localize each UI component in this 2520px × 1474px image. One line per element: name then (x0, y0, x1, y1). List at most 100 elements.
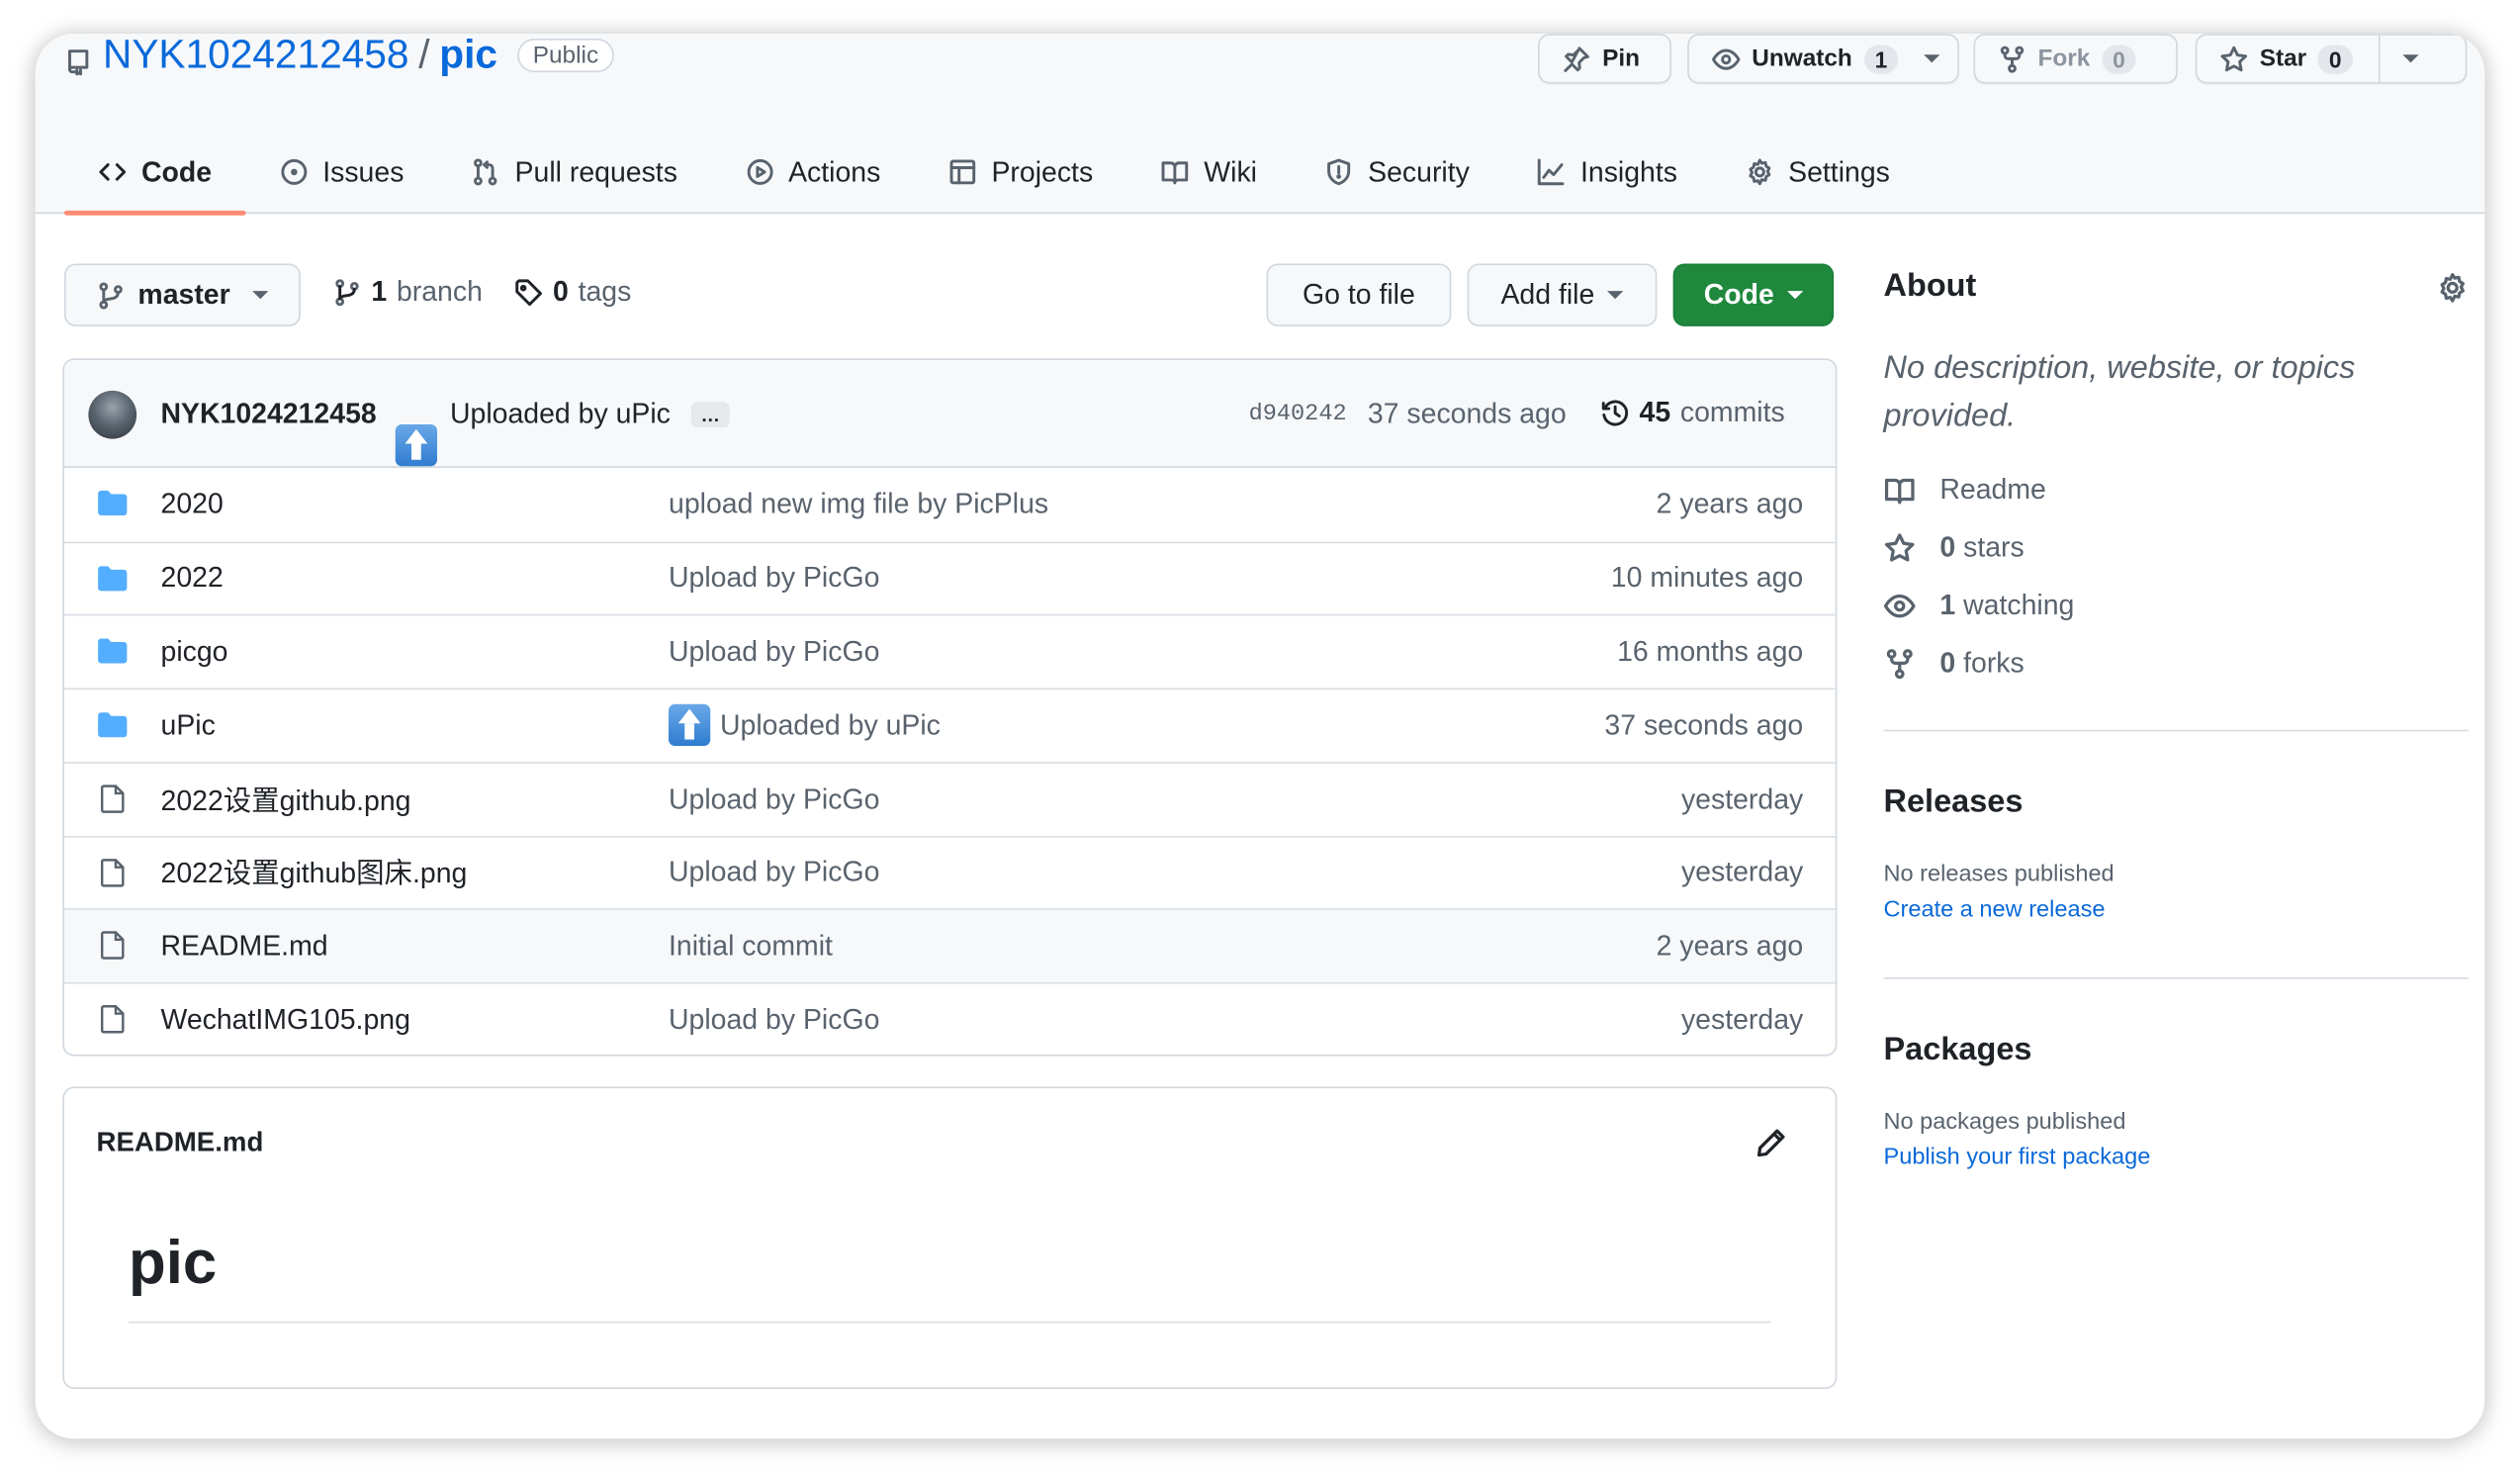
file-age: yesterday (1680, 782, 1804, 815)
avatar[interactable] (88, 390, 137, 439)
file-row[interactable]: WechatIMG105.png Upload by PicGo yesterday (64, 981, 1836, 1055)
tab-code[interactable]: Code (64, 131, 245, 216)
file-row[interactable]: 2022 Upload by PicGo 10 minutes ago (64, 541, 1836, 614)
file-row[interactable]: 2020 upload new img file by PicPlus 2 year… (64, 468, 1836, 541)
fork-count: 0 (2101, 44, 2137, 73)
repo-name-link[interactable]: pic (439, 34, 497, 78)
star-button[interactable]: Star 0 (2195, 34, 2468, 84)
divider (129, 1321, 1771, 1324)
packages-title[interactable]: Packages (1884, 1032, 2032, 1068)
tab-issues[interactable]: Issues (245, 131, 437, 215)
file-name-link[interactable]: 2020 (161, 488, 224, 521)
divider (1883, 729, 2469, 732)
tags-label: tags (578, 274, 632, 308)
code-button-label: Code (1703, 278, 1774, 311)
history-icon (1601, 398, 1630, 426)
branch-selector[interactable]: master (64, 263, 301, 326)
commit-expand-button[interactable]: … (690, 402, 730, 428)
star-icon (2219, 45, 2248, 73)
file-name-link[interactable]: 2022设置github图床.png (161, 853, 468, 893)
branches-link[interactable]: 1 branch (332, 275, 483, 309)
pin-label: Pin (1602, 45, 1641, 73)
tab-label: Actions (788, 154, 881, 188)
file-name-link[interactable]: 2022设置github.png (161, 779, 411, 819)
file-name-link[interactable]: WechatIMG105.png (161, 1002, 410, 1036)
file-age: 16 months ago (1617, 635, 1804, 668)
file-row[interactable]: 2022设置github图床.png Upload by PicGo yesterd… (64, 835, 1836, 908)
file-age: 10 minutes ago (1610, 561, 1804, 595)
file-row[interactable]: 2022设置github.png Upload by PicGo yesterday (64, 761, 1836, 835)
tab-actions[interactable]: Actions (711, 131, 914, 215)
commit-message-text: Upload by PicGo (669, 635, 880, 668)
file-commit-message[interactable]: Upload by PicGo (669, 562, 879, 596)
unwatch-dropdown[interactable] (1912, 36, 1953, 82)
tab-label: Issues (322, 154, 405, 188)
commit-message-text: Initial commit (669, 929, 833, 962)
folder-icon (97, 489, 130, 517)
pin-button[interactable]: Pin (1538, 34, 1671, 84)
commit-time: 37 seconds ago (1367, 397, 1567, 429)
commit-message-text: upload new img file by PicPlus (669, 487, 1049, 520)
commit-message-text: Uploaded by uPic (720, 708, 941, 741)
commits-label: commits (1679, 395, 1785, 428)
tab-wiki[interactable]: Wiki (1126, 131, 1291, 215)
repo-separator: / (418, 34, 430, 77)
tab-label: Projects (991, 154, 1094, 188)
commit-sha[interactable]: d940242 (1249, 402, 1347, 427)
readme-link[interactable]: Readme (1884, 473, 2046, 507)
tags-link[interactable]: 0 tags (514, 275, 631, 309)
file-commit-message[interactable]: Upload by PicGo (669, 856, 879, 889)
file-commit-message[interactable]: Initial commit (669, 929, 833, 963)
file-commit-message[interactable]: Upload by PicGo (669, 1002, 879, 1036)
fork-button[interactable]: Fork 0 (1973, 34, 2178, 84)
add-file-button[interactable]: Add file (1467, 263, 1658, 326)
book-icon (1884, 474, 1917, 507)
repo-title: NYK1024212458 / pic Public (64, 34, 615, 78)
file-row[interactable]: uPic Uploaded by uPic 37 seconds ago (64, 688, 1836, 762)
file-name-link[interactable]: README.md (161, 929, 328, 963)
file-commit-message[interactable]: Uploaded by uPic (669, 704, 941, 747)
branch-name: master (137, 278, 230, 311)
file-name-link[interactable]: 2022 (161, 562, 224, 596)
go-to-file-button[interactable]: Go to file (1266, 263, 1452, 326)
commit-message[interactable]: Uploaded by uPic (450, 397, 671, 430)
releases-status: No releases published (1883, 862, 2115, 887)
branches-count: 1 (371, 274, 388, 308)
tab-security[interactable]: Security (1291, 131, 1503, 215)
file-commit-message[interactable]: Upload by PicGo (669, 783, 879, 816)
pin-icon (1563, 45, 1591, 73)
file-row[interactable]: README.md Initial commit 2 years ago (64, 908, 1836, 982)
unwatch-button[interactable]: Unwatch 1 (1687, 34, 1959, 84)
file-name-link[interactable]: uPic (161, 708, 216, 742)
gear-icon[interactable] (2437, 272, 2470, 305)
pencil-icon[interactable] (1755, 1127, 1788, 1159)
watching-link[interactable]: 1 watching (1883, 589, 2074, 622)
create-release-link[interactable]: Create a new release (1884, 897, 2106, 923)
table-icon (948, 157, 977, 186)
repo-owner-link[interactable]: NYK1024212458 (103, 34, 408, 78)
tab-projects[interactable]: Projects (914, 131, 1126, 215)
commit-author[interactable]: NYK1024212458 (161, 397, 377, 430)
stars-link[interactable]: 0 stars (1884, 530, 2025, 564)
file-commit-message[interactable]: upload new img file by PicPlus (669, 488, 1048, 521)
code-button[interactable]: Code (1672, 263, 1835, 326)
fork-icon (1998, 45, 2026, 73)
file-commit-message[interactable]: Upload by PicGo (669, 635, 879, 669)
commits-link[interactable]: 45 commits (1601, 396, 1785, 429)
tab-settings[interactable]: Settings (1711, 131, 1924, 215)
divider (1883, 977, 2469, 979)
fork-icon (1884, 647, 1917, 680)
file-age: yesterday (1680, 1002, 1804, 1035)
forks-link[interactable]: 0 forks (1884, 646, 2025, 680)
readme-filename[interactable]: README.md (97, 1127, 264, 1159)
tab-label: Settings (1788, 154, 1890, 188)
releases-title[interactable]: Releases (1884, 784, 2024, 821)
file-name-link[interactable]: picgo (161, 635, 228, 669)
file-row[interactable]: picgo Upload by PicGo 16 months ago (64, 614, 1836, 688)
tab-insights[interactable]: Insights (1503, 131, 1711, 215)
visibility-badge: Public (516, 38, 615, 72)
publish-package-link[interactable]: Publish your first package (1884, 1145, 2151, 1170)
tab-pull-requests[interactable]: Pull requests (438, 131, 712, 215)
star-dropdown[interactable] (2378, 35, 2443, 82)
branches-label: branch (396, 274, 483, 308)
